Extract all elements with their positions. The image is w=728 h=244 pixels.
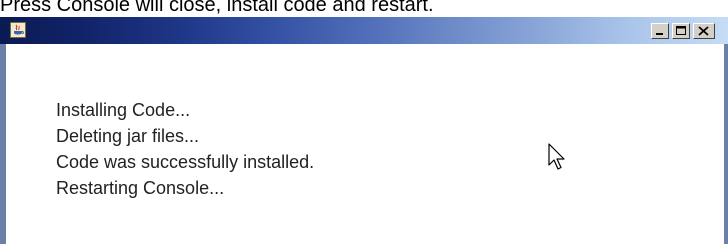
log-line-installing: Installing Code... — [56, 100, 191, 120]
close-icon — [698, 26, 709, 36]
instruction-text: Press Console will close, install code a… — [0, 0, 434, 16]
console-log: Installing Code... Deleting jar files...… — [56, 97, 314, 201]
close-button[interactable] — [693, 23, 715, 39]
maximize-button[interactable] — [672, 23, 690, 39]
minimize-button[interactable] — [651, 23, 669, 39]
java-icon[interactable] — [10, 22, 26, 38]
mouse-pointer-icon — [548, 143, 568, 176]
maximize-icon — [676, 26, 686, 35]
minimize-icon — [656, 33, 663, 35]
log-line-success: Code was successfully installed. — [56, 152, 315, 172]
title-bar[interactable] — [0, 17, 728, 44]
console-window: Installing Code... Deleting jar files...… — [0, 17, 728, 244]
log-line-restarting: Restarting Console... — [56, 178, 225, 198]
log-line-deleting: Deleting jar files... — [56, 126, 200, 146]
